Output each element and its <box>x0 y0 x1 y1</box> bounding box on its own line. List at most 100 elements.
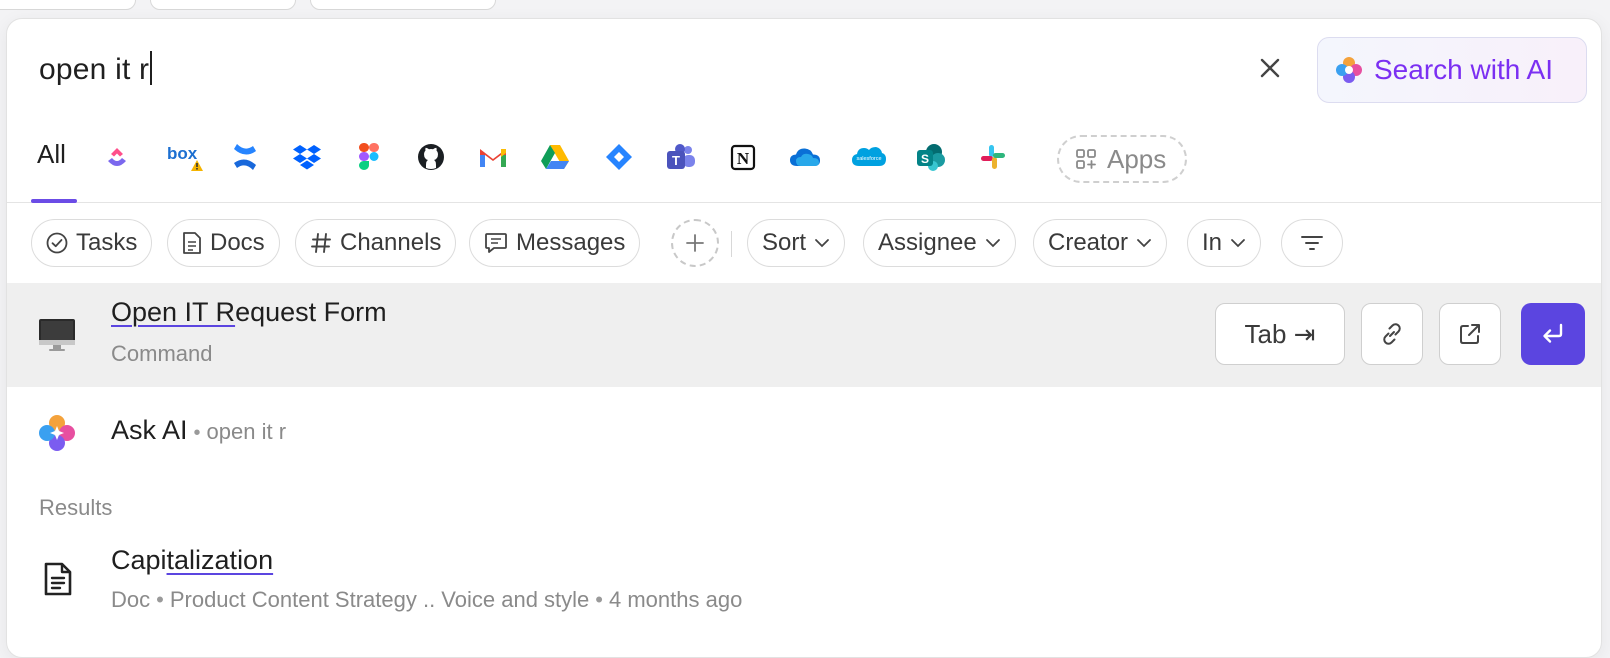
google-drive-icon[interactable] <box>539 141 571 173</box>
separator-dot: • <box>595 587 603 612</box>
gmail-icon[interactable] <box>477 141 509 173</box>
svg-text:box: box <box>167 144 198 163</box>
external-link-icon <box>1460 324 1480 344</box>
result-title: Open IT Request Form <box>111 297 387 328</box>
teams-icon[interactable]: T <box>665 141 697 173</box>
document-icon <box>44 562 72 596</box>
filter-options-button[interactable] <box>1281 219 1343 267</box>
close-icon <box>1260 58 1280 78</box>
clickup-icon[interactable] <box>101 141 133 173</box>
doc-title-match-highlight: talization <box>166 545 274 575</box>
chevron-down-icon <box>1137 239 1151 248</box>
confluence-icon[interactable] <box>229 141 261 173</box>
tab-all[interactable]: All <box>37 139 66 170</box>
hash-icon <box>311 233 331 253</box>
jira-icon[interactable] <box>603 141 635 173</box>
dropbox-icon[interactable] <box>291 141 323 173</box>
in-label: In <box>1202 229 1223 256</box>
filter-channels-label: Channels <box>340 229 442 256</box>
apps-grid-icon <box>1076 149 1096 169</box>
tab-key-button[interactable]: Tab ⇥ <box>1215 303 1345 365</box>
filter-channels[interactable]: Channels <box>295 219 457 267</box>
chevron-down-icon <box>985 239 1000 248</box>
svg-text:S: S <box>921 152 929 166</box>
svg-text:N: N <box>737 149 750 168</box>
doc-time: 4 months ago <box>609 587 743 612</box>
salesforce-icon[interactable]: salesforce <box>851 141 887 173</box>
background-tab <box>310 0 496 10</box>
background-tabs <box>0 0 1610 12</box>
doc-title-prefix: Capi <box>111 545 167 575</box>
filter-messages-label: Messages <box>516 229 626 256</box>
filter-tasks[interactable]: Tasks <box>31 219 153 267</box>
active-tab-indicator <box>31 199 77 203</box>
link-icon <box>1383 323 1401 345</box>
filter-lines-icon <box>1301 236 1323 250</box>
result-subtitle: Command <box>111 341 213 366</box>
onedrive-icon[interactable] <box>789 141 821 173</box>
github-icon[interactable] <box>415 141 447 173</box>
sort-dropdown[interactable]: Sort <box>747 219 846 267</box>
ask-ai-title: Ask AI • open it r <box>111 415 286 446</box>
text-caret <box>150 51 153 85</box>
enter-open-button[interactable] <box>1521 303 1585 365</box>
apps-label: Apps <box>1107 143 1167 174</box>
search-modal: open it r Search with AI All box T N sal… <box>6 18 1602 658</box>
title-match-highlight: Open IT R <box>111 297 236 327</box>
ask-ai-query: open it r <box>206 419 287 444</box>
doc-path: Product Content Strategy .. Voice and st… <box>169 587 590 612</box>
desktop-computer-icon <box>39 319 75 351</box>
title-rest: equest Form <box>235 297 387 327</box>
message-icon <box>485 233 507 253</box>
document-icon <box>183 232 201 254</box>
ai-sparkle-icon <box>39 415 75 451</box>
notion-icon[interactable]: N <box>727 141 759 173</box>
chevron-down-icon <box>815 239 829 248</box>
separator-dot: • <box>193 422 201 444</box>
svg-text:T: T <box>672 153 680 168</box>
filter-docs-label: Docs <box>210 229 265 256</box>
slack-icon[interactable] <box>977 141 1009 173</box>
ask-ai-label: Ask AI <box>111 415 188 445</box>
search-bar: open it r Search with AI <box>7 19 1601 115</box>
doc-title: Capitalization <box>111 545 273 576</box>
creator-dropdown[interactable]: Creator <box>1033 219 1168 267</box>
in-dropdown[interactable]: In <box>1187 219 1262 267</box>
tab-key-label: Tab ⇥ <box>1244 318 1316 349</box>
background-tab <box>150 0 296 10</box>
apps-button[interactable]: Apps <box>1057 135 1187 183</box>
box-icon[interactable]: box <box>167 141 205 173</box>
creator-label: Creator <box>1048 229 1129 256</box>
background-tab <box>0 0 136 10</box>
search-query-text: open it r <box>39 53 150 86</box>
assignee-dropdown[interactable]: Assignee <box>863 219 1016 267</box>
check-circle-icon <box>46 232 68 254</box>
filter-docs[interactable]: Docs <box>167 219 280 267</box>
add-filter-button[interactable] <box>671 219 719 267</box>
search-input[interactable]: open it r <box>39 51 153 87</box>
svg-text:salesforce: salesforce <box>856 156 881 162</box>
ai-sparkle-icon <box>1336 57 1362 83</box>
plus-icon <box>686 234 704 252</box>
search-with-ai-button[interactable]: Search with AI <box>1317 37 1587 103</box>
source-tabs: All box T N salesforce S Apps <box>7 119 1601 203</box>
search-with-ai-label: Search with AI <box>1374 54 1553 85</box>
sharepoint-icon[interactable]: S <box>915 141 947 173</box>
separator-dot: • <box>156 587 164 612</box>
filter-tasks-label: Tasks <box>76 229 138 256</box>
clear-search-button[interactable] <box>1253 51 1287 85</box>
chevron-down-icon <box>1231 239 1245 248</box>
sort-label: Sort <box>762 229 807 256</box>
figma-icon[interactable] <box>353 141 385 173</box>
result-open-it-request-form[interactable]: Open IT Request Form Command Tab ⇥ <box>7 283 1601 387</box>
copy-link-button[interactable] <box>1361 303 1423 365</box>
ask-ai-row[interactable]: Ask AI • open it r <box>7 393 1601 477</box>
filter-messages[interactable]: Messages <box>469 219 641 267</box>
doc-meta: Doc • Product Content Strategy .. Voice an… <box>111 587 742 613</box>
filter-bar: Tasks Docs Channels Messages Sort Assign… <box>7 205 1601 285</box>
filter-divider <box>731 231 732 257</box>
enter-key-icon <box>1543 323 1563 343</box>
open-external-button[interactable] <box>1439 303 1501 365</box>
doc-type: Doc <box>111 587 151 612</box>
result-capitalization-doc[interactable]: Capitalization Doc • Product Content Strat… <box>7 537 1601 641</box>
